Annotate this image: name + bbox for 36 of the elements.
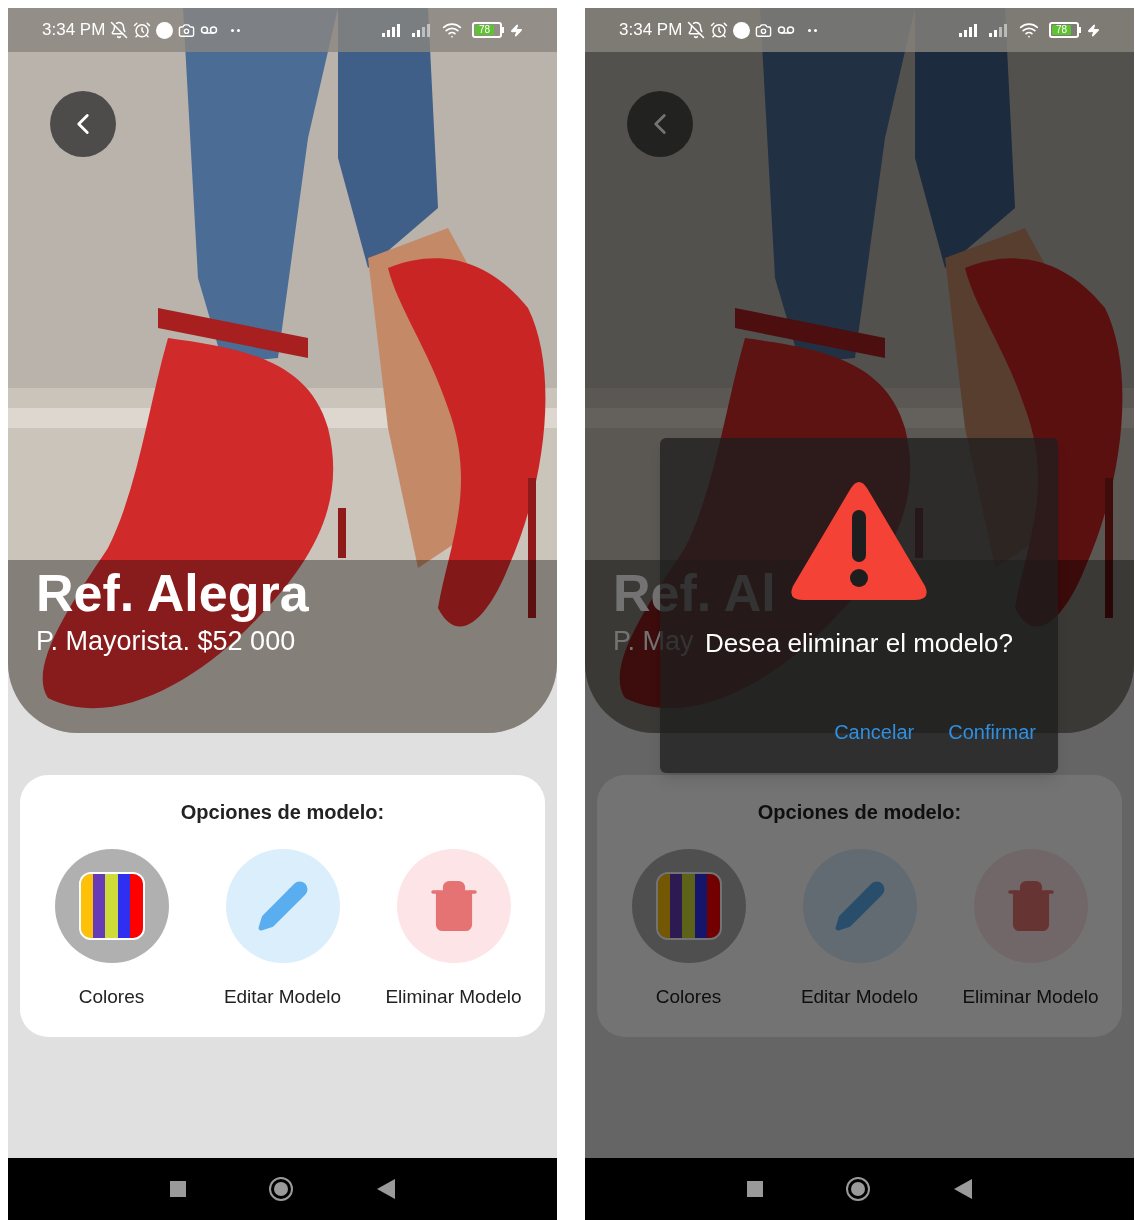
option-label: Editar Modelo — [800, 985, 919, 1009]
clock-time: 3:34 PM — [619, 19, 683, 42]
back-icon[interactable] — [377, 1179, 396, 1199]
color-stripes-icon — [655, 872, 722, 940]
more-dots-icon — [808, 28, 818, 32]
recents-icon[interactable] — [169, 1181, 186, 1197]
battery-icon: 78 — [472, 22, 504, 38]
model-title: Ref. Alegra — [36, 563, 310, 624]
battery-icon: 78 — [1049, 22, 1081, 38]
charging-icon — [1087, 23, 1100, 37]
camera-icon — [178, 21, 196, 39]
option-label: Eliminar Modelo — [385, 985, 522, 1009]
option-label: Colores — [655, 985, 722, 1009]
options-heading: Opciones de modelo: — [180, 800, 385, 825]
wifi-icon — [442, 20, 462, 40]
camera-icon — [755, 21, 773, 39]
color-stripes-icon — [78, 872, 145, 940]
wifi-icon — [1019, 20, 1039, 40]
charging-icon — [510, 23, 523, 37]
alarm-clock-icon — [133, 21, 152, 39]
recents-icon[interactable] — [746, 1181, 763, 1197]
dialog-button[interactable]: Confirmar — [948, 717, 1036, 747]
clock-time: 3:34 PM — [42, 19, 106, 42]
home-icon[interactable] — [846, 1177, 871, 1201]
more-dots-icon — [231, 28, 241, 32]
option-label: Colores — [78, 985, 145, 1009]
option-label: Eliminar Modelo — [962, 985, 1099, 1009]
dialog-button[interactable]: Cancelar — [834, 717, 915, 747]
options-heading: Opciones de modelo: — [757, 800, 962, 825]
back-icon[interactable] — [954, 1179, 973, 1199]
bell-off-icon — [110, 21, 129, 39]
bell-off-icon — [687, 21, 706, 39]
home-icon[interactable] — [269, 1177, 294, 1201]
option-label: Editar Modelo — [223, 985, 342, 1009]
alarm-clock-icon — [710, 21, 729, 39]
dialog-message: Desea eliminar el modelo? — [705, 627, 1013, 660]
